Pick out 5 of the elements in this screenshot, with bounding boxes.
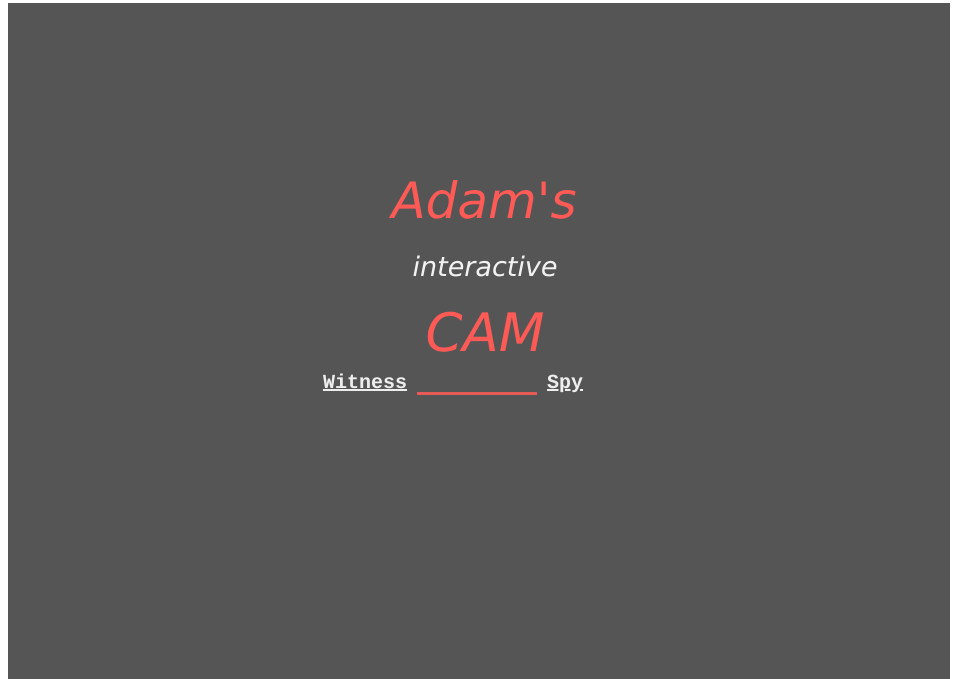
cam-text: CAM bbox=[426, 303, 544, 365]
nav-link[interactable]: Witness bbox=[322, 369, 407, 399]
title-text: Adam's bbox=[391, 171, 577, 231]
subtitle-text: interactive bbox=[412, 251, 558, 285]
nav-link[interactable]: Spy bbox=[547, 369, 584, 399]
